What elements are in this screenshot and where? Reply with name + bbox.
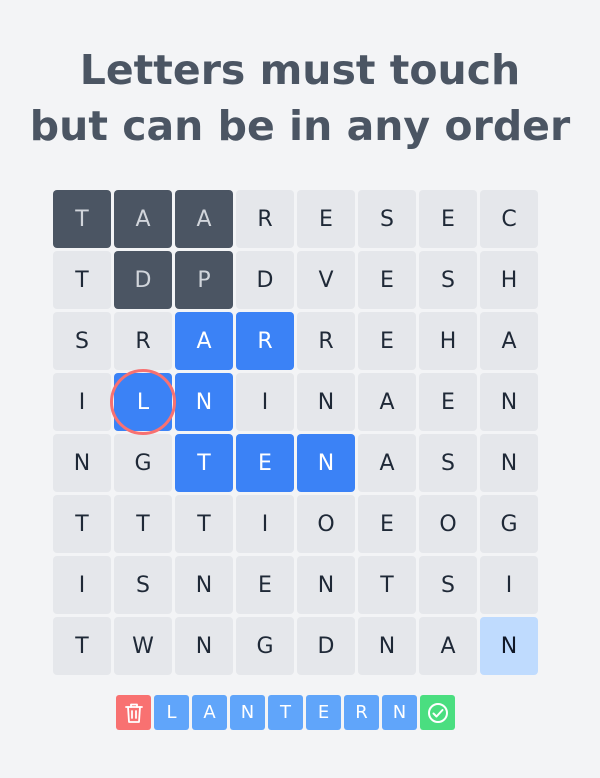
grid-cell-r6-c2[interactable]: N bbox=[175, 556, 233, 614]
grid-cell-r5-c4[interactable]: O bbox=[297, 495, 355, 553]
grid-cell-r5-c3[interactable]: I bbox=[236, 495, 294, 553]
grid-cell-r4-c0[interactable]: N bbox=[53, 434, 111, 492]
grid-cell-r4-c4[interactable]: N bbox=[297, 434, 355, 492]
grid-cell-r7-c5[interactable]: N bbox=[358, 617, 416, 675]
grid-cell-r5-c0[interactable]: T bbox=[53, 495, 111, 553]
grid-cell-r1-c1[interactable]: D bbox=[114, 251, 172, 309]
check-circle-icon[interactable] bbox=[420, 695, 455, 730]
grid-cell-r6-c7[interactable]: I bbox=[480, 556, 538, 614]
grid-cell-r4-c2[interactable]: T bbox=[175, 434, 233, 492]
grid-cell-r1-c2[interactable]: P bbox=[175, 251, 233, 309]
grid-cell-r3-c2[interactable]: N bbox=[175, 373, 233, 431]
grid-cell-r5-c6[interactable]: O bbox=[419, 495, 477, 553]
word-letter-chip: L bbox=[154, 695, 189, 730]
grid-cell-r4-c5[interactable]: A bbox=[358, 434, 416, 492]
grid-cell-r5-c5[interactable]: E bbox=[358, 495, 416, 553]
grid-cell-r0-c4[interactable]: E bbox=[297, 190, 355, 248]
instruction-heading: Letters must touch but can be in any ord… bbox=[0, 42, 600, 154]
grid-cell-r4-c6[interactable]: S bbox=[419, 434, 477, 492]
grid-cell-r6-c0[interactable]: I bbox=[53, 556, 111, 614]
grid-cell-r3-c7[interactable]: N bbox=[480, 373, 538, 431]
grid-cell-r2-c7[interactable]: A bbox=[480, 312, 538, 370]
word-letter-chip: A bbox=[192, 695, 227, 730]
grid-cell-r7-c0[interactable]: T bbox=[53, 617, 111, 675]
word-letter-chip: E bbox=[306, 695, 341, 730]
grid-cell-r7-c6[interactable]: A bbox=[419, 617, 477, 675]
grid-cell-r3-c5[interactable]: A bbox=[358, 373, 416, 431]
grid-cell-r6-c4[interactable]: N bbox=[297, 556, 355, 614]
grid-cell-r1-c3[interactable]: D bbox=[236, 251, 294, 309]
grid-cell-r2-c2[interactable]: A bbox=[175, 312, 233, 370]
grid-cell-r7-c2[interactable]: N bbox=[175, 617, 233, 675]
grid-cell-r2-c1[interactable]: R bbox=[114, 312, 172, 370]
letter-grid: TAARESECTDPDVESHSRARREHAILNINAENNGTENASN… bbox=[53, 190, 541, 678]
grid-cell-r0-c5[interactable]: S bbox=[358, 190, 416, 248]
grid-cell-r1-c4[interactable]: V bbox=[297, 251, 355, 309]
grid-cell-r0-c1[interactable]: A bbox=[114, 190, 172, 248]
instruction-line-1: Letters must touch bbox=[79, 46, 521, 94]
grid-cell-r1-c7[interactable]: H bbox=[480, 251, 538, 309]
word-letter-chip: N bbox=[230, 695, 265, 730]
grid-cell-r0-c2[interactable]: A bbox=[175, 190, 233, 248]
grid-cell-r3-c0[interactable]: I bbox=[53, 373, 111, 431]
grid-cell-r6-c6[interactable]: S bbox=[419, 556, 477, 614]
grid-cell-r3-c1[interactable]: L bbox=[114, 373, 172, 431]
word-letter-chip: R bbox=[344, 695, 379, 730]
grid-cell-r5-c1[interactable]: T bbox=[114, 495, 172, 553]
grid-cell-r2-c4[interactable]: R bbox=[297, 312, 355, 370]
grid-cell-r1-c6[interactable]: S bbox=[419, 251, 477, 309]
trash-icon[interactable] bbox=[116, 695, 151, 730]
grid-cell-r5-c2[interactable]: T bbox=[175, 495, 233, 553]
grid-cell-r2-c6[interactable]: H bbox=[419, 312, 477, 370]
grid-cell-r3-c4[interactable]: N bbox=[297, 373, 355, 431]
grid-cell-r2-c5[interactable]: E bbox=[358, 312, 416, 370]
instruction-line-2: but can be in any order bbox=[29, 102, 571, 150]
grid-cell-r5-c7[interactable]: G bbox=[480, 495, 538, 553]
grid-cell-r6-c5[interactable]: T bbox=[358, 556, 416, 614]
grid-cell-r2-c3[interactable]: R bbox=[236, 312, 294, 370]
grid-cell-r0-c3[interactable]: R bbox=[236, 190, 294, 248]
word-letters: LANTERN bbox=[154, 695, 417, 730]
grid-cell-r7-c7[interactable]: N bbox=[480, 617, 538, 675]
grid-cell-r2-c0[interactable]: S bbox=[53, 312, 111, 370]
grid-cell-r1-c5[interactable]: E bbox=[358, 251, 416, 309]
grid-cell-r6-c1[interactable]: S bbox=[114, 556, 172, 614]
grid-cell-r3-c6[interactable]: E bbox=[419, 373, 477, 431]
grid-cell-r4-c1[interactable]: G bbox=[114, 434, 172, 492]
grid-cell-r0-c0[interactable]: T bbox=[53, 190, 111, 248]
grid-cell-r0-c7[interactable]: C bbox=[480, 190, 538, 248]
word-letter-chip: N bbox=[382, 695, 417, 730]
grid-cell-r1-c0[interactable]: T bbox=[53, 251, 111, 309]
grid-cell-r6-c3[interactable]: E bbox=[236, 556, 294, 614]
grid-cell-r7-c3[interactable]: G bbox=[236, 617, 294, 675]
grid-cell-r4-c7[interactable]: N bbox=[480, 434, 538, 492]
grid-cell-r7-c4[interactable]: D bbox=[297, 617, 355, 675]
current-word-bar: LANTERN bbox=[116, 695, 455, 730]
grid-cell-r7-c1[interactable]: W bbox=[114, 617, 172, 675]
grid-cell-r3-c3[interactable]: I bbox=[236, 373, 294, 431]
word-letter-chip: T bbox=[268, 695, 303, 730]
grid-cell-r4-c3[interactable]: E bbox=[236, 434, 294, 492]
grid-cell-r0-c6[interactable]: E bbox=[419, 190, 477, 248]
